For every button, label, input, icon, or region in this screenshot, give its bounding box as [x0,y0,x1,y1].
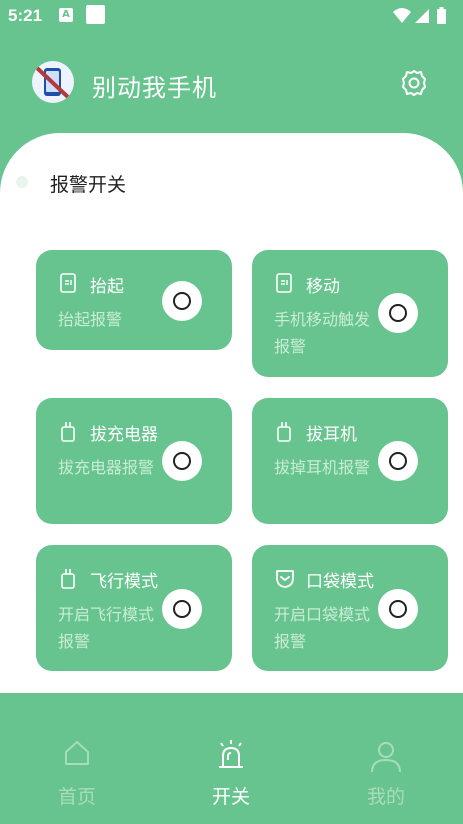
main-content: 报警开关 抬起 抬起报警 移动 手机移动触发报警 拔充电器 拔充电器报警 拔耳机… [0,133,463,693]
notification-square-icon [86,5,105,24]
nav-tab-mine[interactable]: 我的 [309,720,463,824]
section-title: 报警开关 [50,174,127,196]
card-desc: 开启飞行模式报警 [58,605,155,651]
charger-alarm-toggle[interactable] [162,441,202,481]
airplane-alarm-toggle[interactable] [162,589,202,629]
alarm-card-pocket[interactable]: 口袋模式 开启口袋模式报警 [252,545,448,671]
nav-tab-home[interactable]: 首页 [0,720,154,824]
app-title: 别动我手机 [92,74,217,102]
alarm-card-earphone[interactable]: 拔耳机 拔掉耳机报警 [252,398,448,524]
card-title: 拔耳机 [306,425,357,445]
card-title: 移动 [306,277,340,297]
card-desc: 抬起报警 [58,310,123,329]
card-desc: 手机移动触发报警 [274,310,371,356]
notification-icon: A [59,8,73,22]
phone-icon [276,273,292,293]
card-desc: 开启口袋模式报警 [274,605,371,651]
card-title: 抬起 [90,277,124,297]
nav-label: 首页 [57,786,96,808]
battery-icon [437,7,446,24]
app-logo [32,61,74,103]
alarm-card-lift[interactable]: 抬起 抬起报警 [36,250,232,350]
lift-alarm-toggle[interactable] [162,281,202,321]
status-bar: 5:21 A [0,0,463,32]
status-icons [391,6,455,26]
alarm-card-move[interactable]: 移动 手机移动触发报警 [252,250,448,377]
phone-icon [60,273,76,293]
nav-label: 我的 [366,786,405,808]
pocket-alarm-toggle[interactable] [378,589,418,629]
plug-icon [61,569,75,589]
alarm-icon [219,740,243,768]
card-desc: 拔充电器报警 [58,458,155,477]
alarm-card-charger[interactable]: 拔充电器 拔充电器报警 [36,398,232,524]
card-title: 飞行模式 [90,572,158,592]
section-bullet [16,176,28,188]
home-icon [65,741,89,765]
earphone-alarm-toggle[interactable] [378,441,418,481]
wifi-icon [393,8,411,23]
pocket-icon [276,570,294,588]
bottom-navigation: 首页 开关 我的 [0,720,463,824]
alarm-card-airplane[interactable]: 飞行模式 开启飞行模式报警 [36,545,232,671]
card-title: 口袋模式 [306,572,374,592]
card-desc: 拔掉耳机报警 [274,458,371,477]
card-title: 拔充电器 [90,425,158,445]
nav-label: 开关 [211,786,250,808]
user-icon [371,742,401,773]
plug-icon [277,422,291,442]
plug-icon [61,422,75,442]
gear-icon [402,70,426,96]
signal-icon [415,9,429,23]
settings-button[interactable] [398,67,430,99]
status-time: 5:21 [8,6,43,25]
app-bar: 别动我手机 [0,50,463,118]
nav-tab-switch[interactable]: 开关 [154,720,308,824]
move-alarm-toggle[interactable] [378,293,418,333]
